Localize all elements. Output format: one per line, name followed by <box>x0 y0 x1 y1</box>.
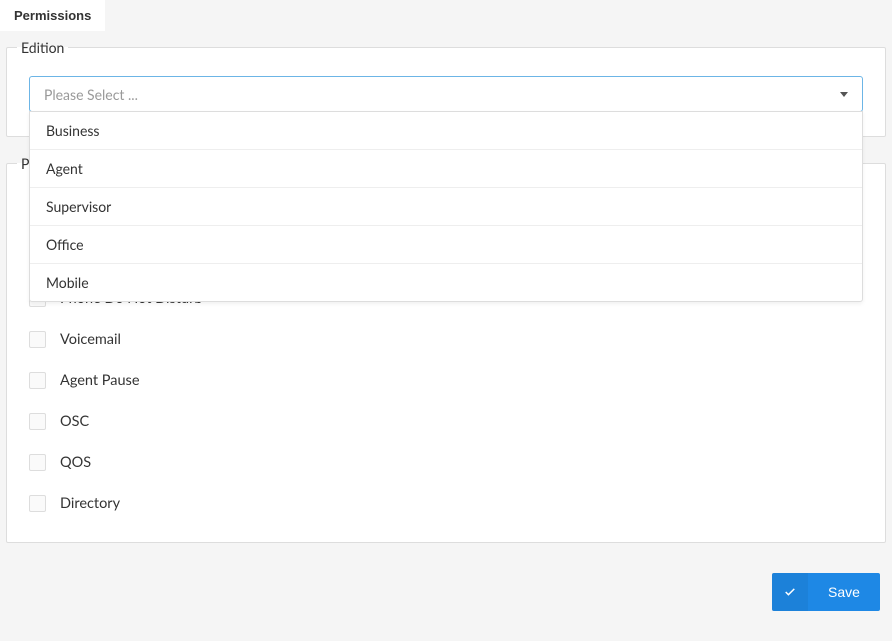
permission-row: Directory <box>29 483 863 524</box>
content-area: Edition Please Select ... Business Agent… <box>0 31 892 611</box>
page-root: Permissions Edition Please Select ... Bu… <box>0 0 892 611</box>
edition-select-placeholder: Please Select ... <box>44 86 138 103</box>
permission-row: Voicemail <box>29 319 863 360</box>
edition-dropdown: Business Agent Supervisor Office Mobile <box>29 111 863 302</box>
permission-row: OSC <box>29 401 863 442</box>
tab-bar: Permissions <box>0 0 892 31</box>
permission-label: Voicemail <box>60 331 121 348</box>
edition-option-mobile[interactable]: Mobile <box>30 263 862 301</box>
checkbox-voicemail[interactable] <box>29 331 46 348</box>
edition-option-agent[interactable]: Agent <box>30 149 862 187</box>
save-button-label: Save <box>808 584 880 600</box>
permission-label: OSC <box>60 413 89 430</box>
permission-label: Agent Pause <box>60 372 140 389</box>
permission-label: QOS <box>60 454 91 471</box>
edition-section: Edition Please Select ... Business Agent… <box>6 39 886 137</box>
edition-option-supervisor[interactable]: Supervisor <box>30 187 862 225</box>
edition-select-wrapper: Please Select ... Business Agent Supervi… <box>7 56 885 136</box>
edition-select[interactable]: Please Select ... <box>29 76 863 112</box>
permission-label: Directory <box>60 495 120 512</box>
checkbox-directory[interactable] <box>29 495 46 512</box>
checkbox-qos[interactable] <box>29 454 46 471</box>
edition-option-business[interactable]: Business <box>30 112 862 149</box>
edition-option-office[interactable]: Office <box>30 225 862 263</box>
permission-row: Agent Pause <box>29 360 863 401</box>
save-button[interactable]: Save <box>772 573 880 611</box>
chevron-down-icon <box>840 92 848 97</box>
permission-row: QOS <box>29 442 863 483</box>
button-row: Save <box>6 561 886 611</box>
checkbox-agent-pause[interactable] <box>29 372 46 389</box>
checkbox-osc[interactable] <box>29 413 46 430</box>
check-icon <box>772 573 808 611</box>
tab-permissions[interactable]: Permissions <box>0 0 105 31</box>
edition-legend: Edition <box>17 39 68 56</box>
